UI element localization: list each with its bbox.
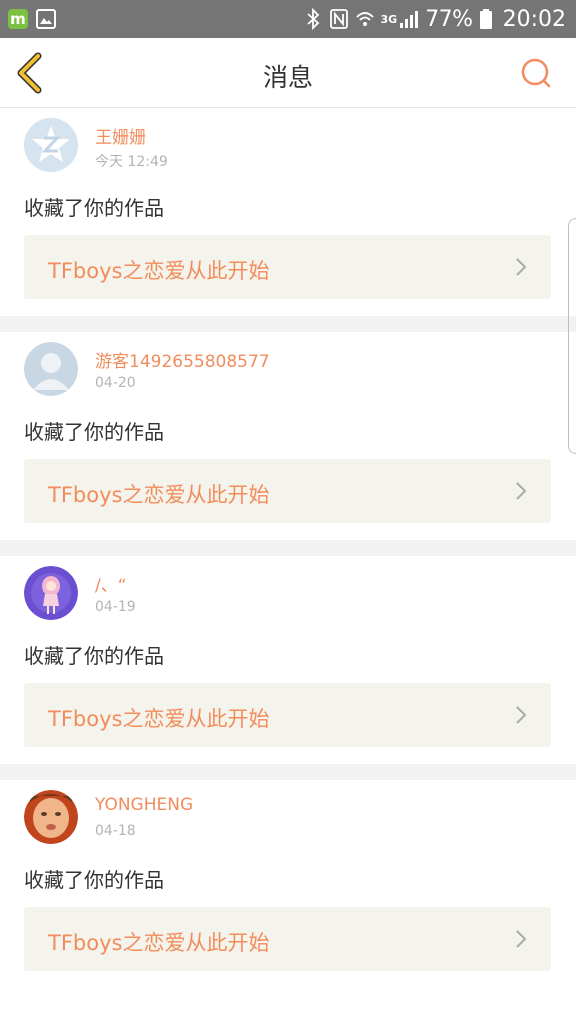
message-date: 04-18 [95,823,136,839]
work-title: TFboys之恋爱从此开始 [48,483,270,507]
message-list: 王姗姗 今天 12:49 收藏了你的作品 TFboys之恋爱从此开始 游客149… [0,108,576,988]
separator [0,316,576,332]
message-date: 04-19 [95,599,136,615]
battery-percent: 77% [425,6,473,32]
username[interactable]: /、“ [95,571,127,596]
chevron-right-icon [516,930,527,948]
wifi-icon [355,12,374,26]
battery-icon [479,9,492,29]
username[interactable]: 王姗姗 [95,123,146,148]
signal-icon [400,11,419,28]
app-header: 消息 [0,38,576,108]
avatar[interactable] [24,118,78,172]
work-title: TFboys之恋爱从此开始 [48,259,270,283]
message-date: 今天 12:49 [95,154,168,170]
network-type: 3G [380,12,398,26]
message-card: 王姗姗 今天 12:49 收藏了你的作品 TFboys之恋爱从此开始 [0,108,576,316]
bluetooth-icon [306,8,319,30]
avatar[interactable] [24,342,78,396]
work-link[interactable]: TFboys之恋爱从此开始 [24,459,551,523]
message-card: /、“ 04-19 收藏了你的作品 TFboys之恋爱从此开始 [0,556,576,764]
default-avatar-icon [24,118,78,172]
search-icon[interactable] [520,57,552,89]
username[interactable]: YONGHENG [95,795,193,815]
work-link[interactable]: TFboys之恋爱从此开始 [24,907,551,971]
username[interactable]: 游客1492655808577 [95,347,270,372]
work-title: TFboys之恋爱从此开始 [48,931,270,955]
status-bar: m 3G 77% 20:02 [0,0,576,38]
message-date: 04-20 [95,375,136,391]
default-user-icon [24,342,78,396]
work-link[interactable]: TFboys之恋爱从此开始 [24,683,551,747]
action-text: 收藏了你的作品 [24,644,164,668]
avatar[interactable] [24,790,78,844]
page-title: 消息 [262,63,313,92]
work-title: TFboys之恋爱从此开始 [48,707,270,731]
nfc-icon [329,9,348,29]
separator [0,764,576,780]
app-notification-icon: m [8,9,28,29]
action-text: 收藏了你的作品 [24,868,164,892]
work-link[interactable]: TFboys之恋爱从此开始 [24,235,551,299]
action-text: 收藏了你的作品 [24,196,164,220]
chevron-right-icon [516,706,527,724]
anime-girl-avatar-icon [24,566,78,620]
avatar[interactable] [24,566,78,620]
clock: 20:02 [502,6,566,32]
chevron-right-icon [516,482,527,500]
gallery-notification-icon [36,9,56,29]
action-text: 收藏了你的作品 [24,420,164,444]
message-card: YONGHENG 04-18 收藏了你的作品 TFboys之恋爱从此开始 [0,780,576,988]
message-card: 游客1492655808577 04-20 收藏了你的作品 TFboys之恋爱从… [0,332,576,540]
separator [0,540,576,556]
edge-panel-handle[interactable] [568,218,576,454]
chevron-right-icon [516,258,527,276]
child-photo-avatar-icon [24,790,78,844]
